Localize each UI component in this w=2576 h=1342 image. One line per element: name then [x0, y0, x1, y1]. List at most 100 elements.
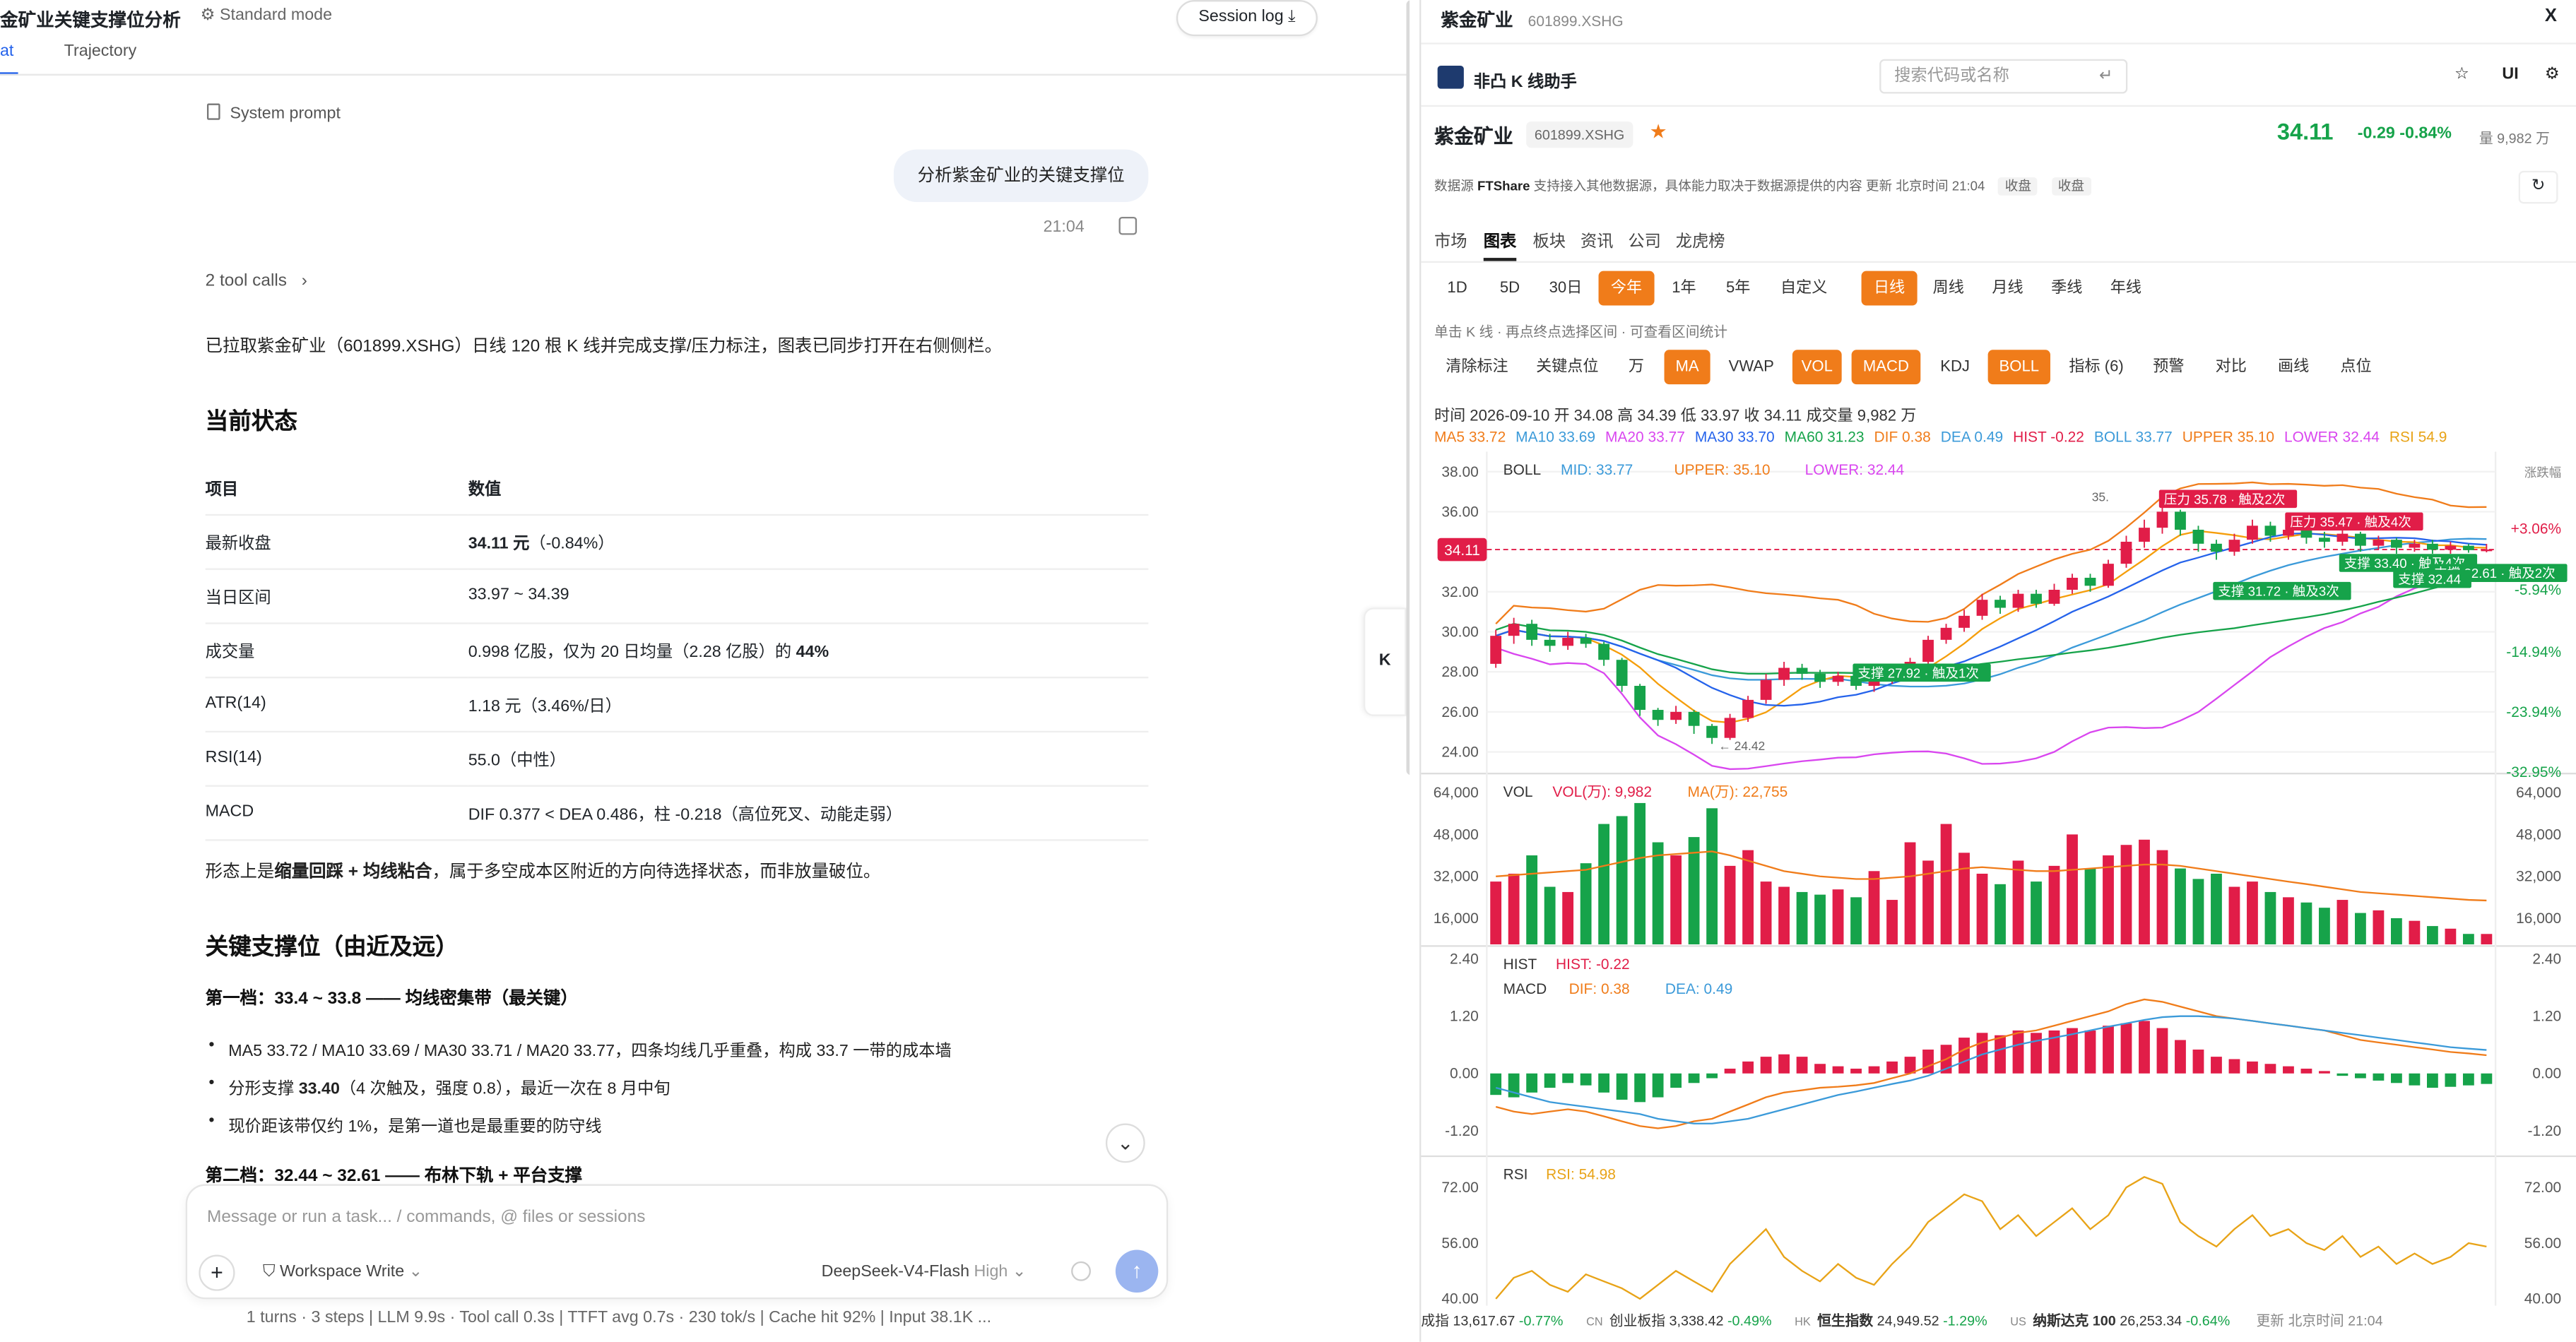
macd-hist-bar — [2355, 1073, 2366, 1079]
source-chip[interactable]: 收盘 — [2051, 177, 2091, 196]
candle-body — [1508, 624, 1520, 636]
period-daily-button[interactable]: 日线 — [1861, 271, 1918, 306]
scrollbar[interactable] — [1406, 0, 1410, 776]
kline-panel-toggle[interactable]: K — [1363, 607, 1407, 716]
candle-body — [2409, 543, 2421, 548]
candle-body — [2336, 533, 2348, 542]
macd-hist-bar — [1670, 1073, 1682, 1088]
source-chip[interactable]: 收盘 — [1998, 177, 2038, 196]
status-table: 项目 数值 最新收盘 34.11 元（-0.84%） 当日区间 33.97 ~ … — [205, 460, 1149, 841]
high-marker-label: 35. — [2092, 490, 2109, 504]
volume-bar — [1670, 855, 1682, 945]
tab-dragon-tiger[interactable]: 龙虎榜 — [1676, 227, 1725, 251]
ui-toggle-button[interactable]: UI — [2502, 66, 2518, 84]
macd-hist-bar — [1814, 1064, 1826, 1074]
unit-wan-button[interactable]: 万 — [1615, 350, 1658, 384]
tab-chat[interactable]: at — [0, 42, 13, 61]
ma-readout-item: LOWER 32.44 — [2284, 428, 2380, 446]
refresh-button[interactable]: ↻ — [2518, 170, 2558, 204]
y-tick-label: 16,000 — [1434, 910, 1479, 927]
support-label: 支撑 31.72 · 触及3次 — [2218, 584, 2339, 599]
range-5d-button[interactable]: 5D — [1487, 271, 1532, 306]
model-select[interactable]: DeepSeek-V4-Flash High ⌄ — [822, 1263, 1027, 1281]
legend-item: DEA: 0.49 — [1665, 981, 1732, 997]
range-5y-button[interactable]: 5年 — [1713, 271, 1763, 306]
kdj-toggle-button[interactable]: KDJ — [1927, 350, 1983, 384]
legend-item: HIST: -0.22 — [1556, 956, 1630, 973]
hist-panel-label: HIST — [1503, 956, 1537, 973]
candle-body — [2139, 528, 2150, 542]
message-composer[interactable]: Message or run a task... / commands, @ f… — [185, 1184, 1169, 1300]
draw-line-button[interactable]: 画线 — [2266, 350, 2322, 384]
range-1y-button[interactable]: 1年 — [1660, 271, 1709, 306]
y-tick-label: 64,000 — [1434, 785, 1479, 801]
period-weekly-button[interactable]: 周线 — [1922, 271, 1975, 306]
vwap-toggle-button[interactable]: VWAP — [1717, 350, 1786, 384]
add-attachment-button[interactable]: + — [199, 1254, 235, 1291]
pct-tick-label: -32.95% — [2506, 764, 2561, 780]
volume-bar — [2462, 934, 2474, 945]
compare-button[interactable]: 对比 — [2203, 350, 2259, 384]
ma-readout-item: RSI 54.9 — [2389, 428, 2447, 446]
favorite-star-icon[interactable]: ★ — [1650, 120, 1667, 143]
gear-icon[interactable]: ⚙ — [2545, 66, 2560, 84]
ma-readout-item: MA10 33.69 — [1516, 428, 1596, 446]
tab-trajectory[interactable]: Trajectory — [64, 42, 137, 61]
tab-sector[interactable]: 板块 — [1533, 227, 1566, 251]
tab-chart[interactable]: 图表 — [1484, 227, 1517, 251]
volume-bar — [2445, 928, 2457, 945]
star-icon[interactable]: ☆ — [2454, 66, 2469, 84]
table-cell: ATR(14) — [205, 677, 468, 732]
index-name: 成指 — [1421, 1312, 1453, 1329]
period-yearly-button[interactable]: 年线 — [2100, 271, 2152, 306]
macd-hist-bar — [2211, 1057, 2222, 1074]
candle-body — [2103, 564, 2114, 586]
price-change: -0.29 -0.84% — [2357, 124, 2452, 143]
y-tick-label-right: -1.20 — [2527, 1123, 2561, 1139]
range-custom-button[interactable]: 自定义 — [1769, 271, 1838, 306]
workspace-select[interactable]: ⛉ Workspace Write ⌄ — [263, 1263, 423, 1281]
stock-search-input[interactable]: 搜索代码或名称 ↵ — [1879, 59, 2128, 94]
y-tick-label-right: 1.20 — [2532, 1009, 2561, 1025]
indicators-button[interactable]: 指标 (6) — [2059, 350, 2134, 384]
copy-icon[interactable] — [1118, 216, 1138, 235]
candle-body — [2391, 540, 2402, 548]
session-log-button[interactable]: Session log ⤓ — [1176, 0, 1318, 37]
price-levels-button[interactable]: 点位 — [2328, 350, 2384, 384]
period-monthly-button[interactable]: 月线 — [1981, 271, 2033, 306]
alerts-button[interactable]: 预警 — [2141, 350, 2197, 384]
candle-body — [2481, 550, 2493, 552]
macd-toggle-button[interactable]: MACD — [1851, 350, 1921, 385]
close-panel-button[interactable]: X — [2545, 6, 2557, 26]
index-update-time: 更新 北京时间 21:04 — [2256, 1312, 2383, 1329]
range-1d-button[interactable]: 1D — [1434, 271, 1480, 306]
candle-body — [1724, 718, 1736, 738]
boll-toggle-button[interactable]: BOLL — [1987, 350, 2050, 385]
period-quarterly-button[interactable]: 季线 — [2040, 271, 2093, 306]
chevron-down-icon: ⌄ — [1117, 1132, 1134, 1155]
tool-calls-toggle[interactable]: 2 tool calls › — [206, 271, 307, 291]
volume-bar — [1724, 865, 1736, 945]
candle-body — [2067, 577, 2078, 590]
key-levels-button[interactable]: 关键点位 — [1526, 350, 1608, 384]
ma-readout-item: MA60 31.23 — [1784, 428, 1865, 446]
system-prompt-toggle[interactable]: System prompt — [206, 103, 341, 123]
scroll-down-button[interactable]: ⌄ — [1105, 1123, 1145, 1163]
range-ytd-button[interactable]: 今年 — [1598, 271, 1655, 306]
volume-bar — [1598, 824, 1610, 945]
ma-toggle-button[interactable]: MA — [1664, 350, 1711, 385]
candle-body — [1526, 624, 1538, 640]
send-button[interactable]: ↑ — [1115, 1249, 1159, 1293]
composer-input[interactable]: Message or run a task... / commands, @ f… — [207, 1207, 645, 1227]
kline-chart[interactable]: 38.00 36.00 32.00 30.00 28.00 26.00 24.00 涨跌幅 +3… — [1421, 451, 2576, 1306]
y-tick-label-right: 72.00 — [2524, 1180, 2561, 1196]
clear-annotations-button[interactable]: 清除标注 — [1434, 350, 1520, 384]
pct-tick-label: -23.94% — [2506, 704, 2561, 720]
tab-market[interactable]: 市场 — [1434, 227, 1467, 251]
tab-news[interactable]: 资讯 — [1581, 227, 1614, 251]
candle-body — [1958, 615, 1970, 628]
volume-bar — [1760, 881, 1772, 945]
range-30d-button[interactable]: 30日 — [1540, 271, 1592, 306]
vol-toggle-button[interactable]: VOL — [1792, 350, 1842, 385]
tab-company[interactable]: 公司 — [1628, 227, 1661, 251]
